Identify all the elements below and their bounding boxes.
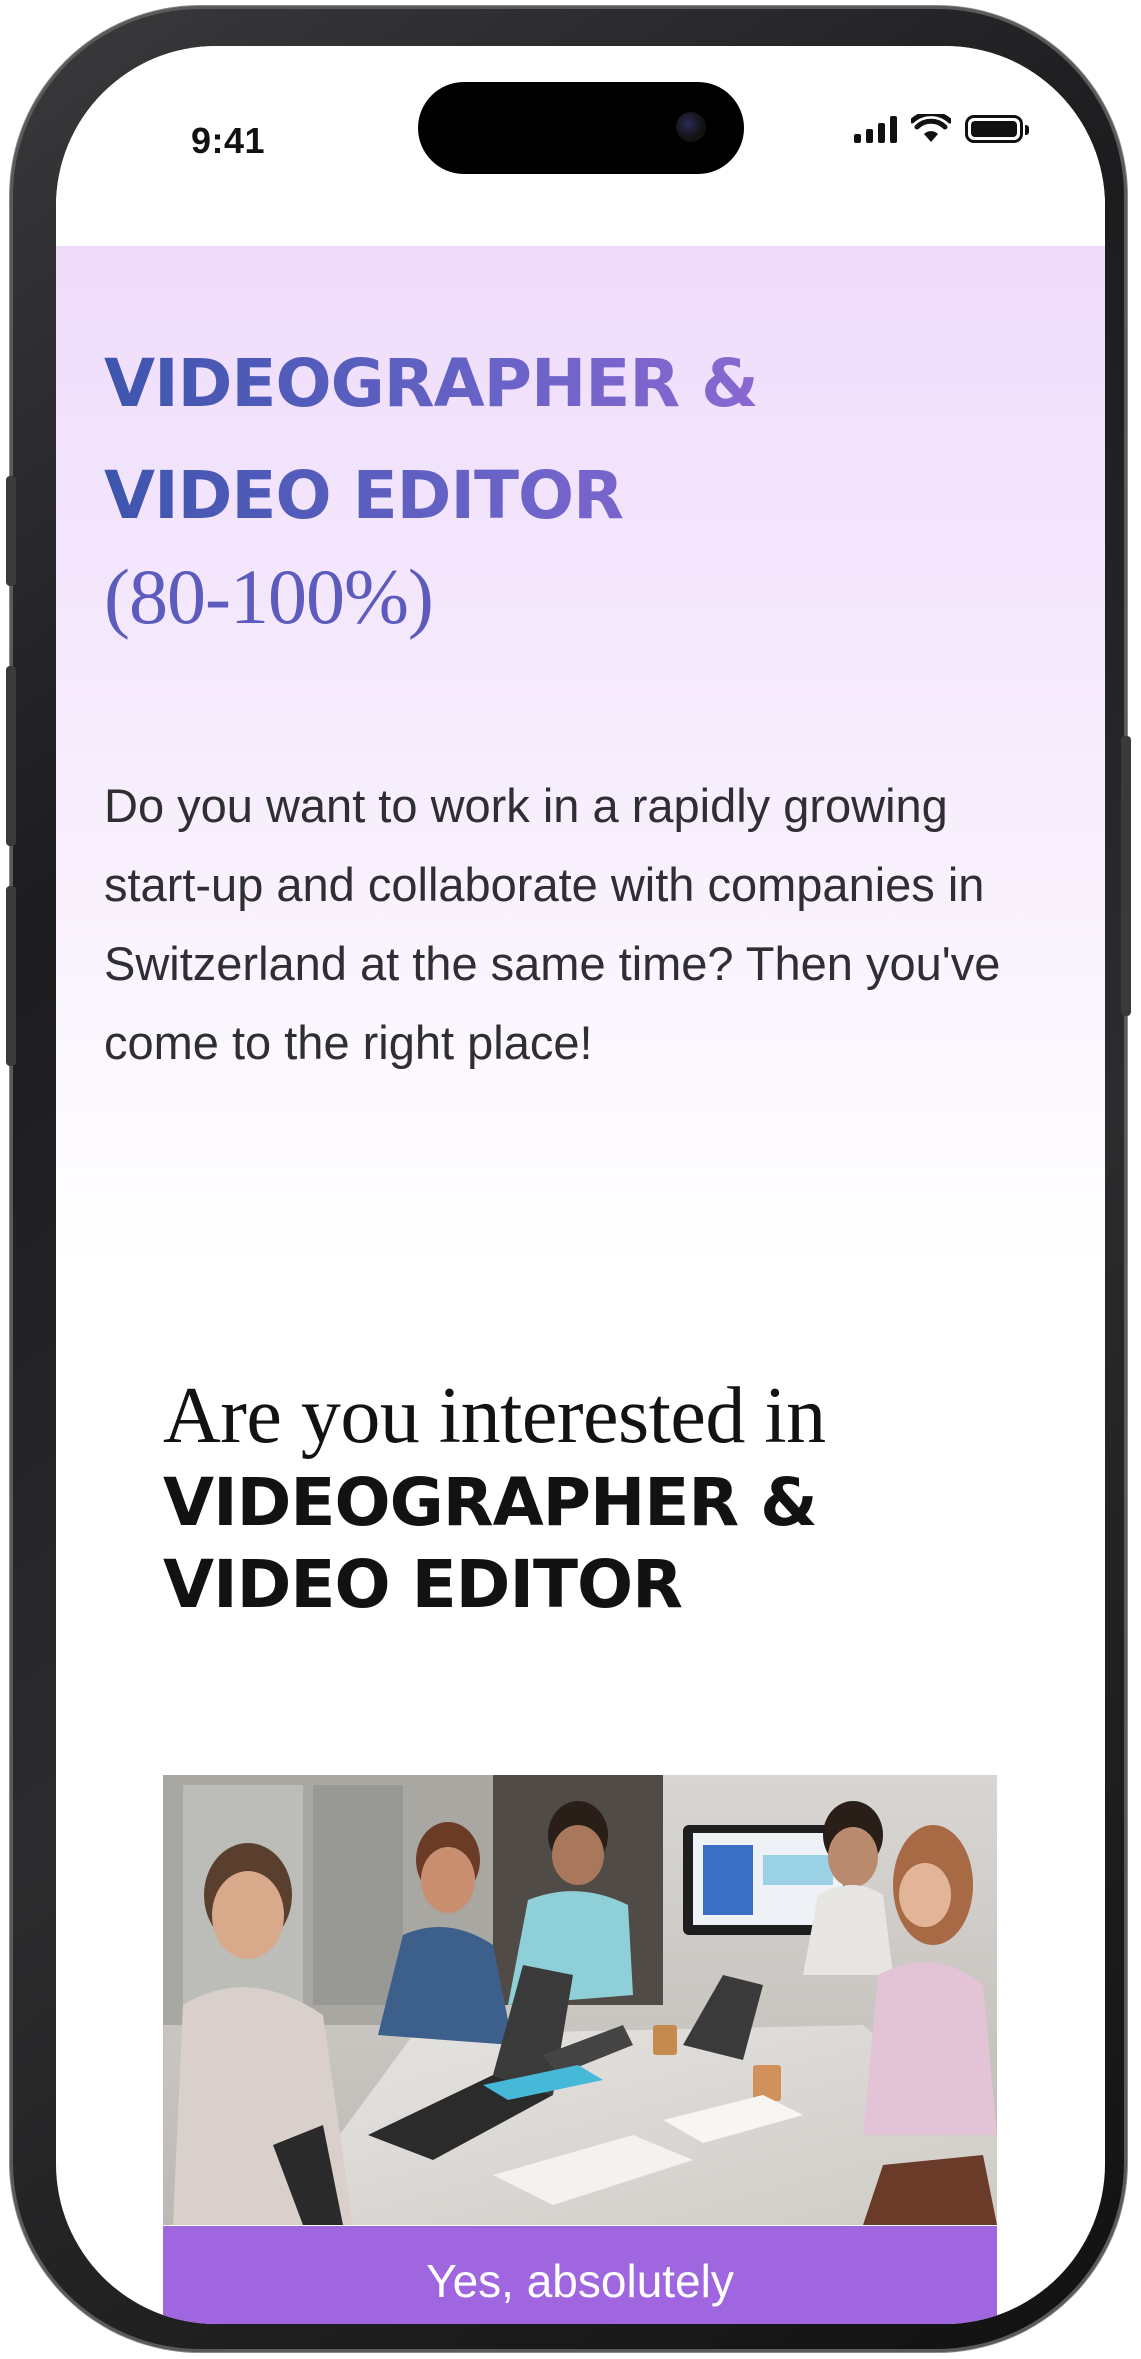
dynamic-island bbox=[418, 82, 744, 174]
power-button bbox=[1121, 736, 1131, 1016]
team-meeting-photo bbox=[163, 1775, 997, 2225]
interest-prefix: Are you interested in bbox=[163, 1372, 826, 1460]
yes-absolutely-button[interactable]: Yes, absolutely bbox=[163, 2226, 997, 2324]
status-bar: 9:41 bbox=[56, 46, 1105, 246]
battery-icon bbox=[965, 115, 1029, 143]
volume-up-button bbox=[6, 666, 16, 846]
interest-section: Are you interested in VIDEOGRAPHER & VID… bbox=[163, 1376, 1023, 1626]
interest-title: VIDEOGRAPHER & VIDEO EDITOR bbox=[163, 1464, 818, 1623]
status-icons bbox=[854, 114, 1029, 144]
screen: 9:41 VIDEOGRAPHER & VIDEO EDITOR (80-100… bbox=[56, 46, 1105, 2324]
volume-down-button bbox=[6, 886, 16, 1066]
front-camera bbox=[676, 112, 706, 142]
signal-icon bbox=[854, 115, 897, 143]
job-title: VIDEOGRAPHER & VIDEO EDITOR bbox=[104, 328, 904, 552]
action-button bbox=[6, 476, 16, 586]
phone-frame: 9:41 VIDEOGRAPHER & VIDEO EDITOR (80-100… bbox=[6, 6, 1131, 2352]
status-time: 9:41 bbox=[191, 120, 266, 161]
job-percentage: (80-100%) bbox=[104, 553, 434, 640]
hero-section: VIDEOGRAPHER & VIDEO EDITOR (80-100%) Do… bbox=[56, 246, 1105, 1266]
job-description: Do you want to work in a rapidly growing… bbox=[104, 779, 1001, 1069]
photo-illustration bbox=[163, 1775, 997, 2225]
wifi-icon bbox=[911, 114, 951, 142]
